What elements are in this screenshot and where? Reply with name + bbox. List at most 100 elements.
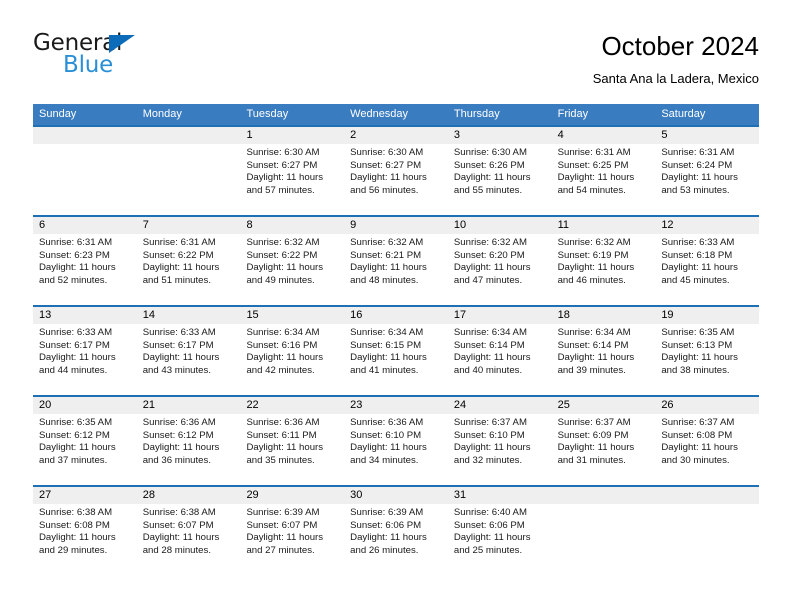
- day-detail-cell[interactable]: Sunrise: 6:40 AM Sunset: 6:06 PM Daylight:…: [448, 504, 552, 575]
- day-detail-cell[interactable]: Sunrise: 6:33 AM Sunset: 6:17 PM Daylight:…: [33, 324, 137, 395]
- day-number[interactable]: 10: [448, 217, 552, 234]
- day-detail-cell[interactable]: Sunrise: 6:31 AM Sunset: 6:23 PM Daylight:…: [33, 234, 137, 305]
- day-detail-cell[interactable]: Sunrise: 6:37 AM Sunset: 6:10 PM Daylight:…: [448, 414, 552, 485]
- day-detail-line: Sunrise: 6:39 AM: [350, 507, 424, 518]
- day-number[interactable]: 9: [344, 217, 448, 234]
- day-detail-cell[interactable]: Sunrise: 6:36 AM Sunset: 6:11 PM Daylight:…: [240, 414, 344, 485]
- day-detail-cell[interactable]: Sunrise: 6:31 AM Sunset: 6:24 PM Daylight:…: [655, 144, 759, 215]
- day-number[interactable]: 21: [137, 397, 241, 414]
- day-number[interactable]: 11: [552, 217, 656, 234]
- day-number[interactable]: 20: [33, 397, 137, 414]
- day-detail-cell[interactable]: Sunrise: 6:37 AM Sunset: 6:08 PM Daylight:…: [655, 414, 759, 485]
- day-detail-cell[interactable]: Sunrise: 6:35 AM Sunset: 6:13 PM Daylight:…: [655, 324, 759, 395]
- day-number[interactable]: 4: [552, 127, 656, 144]
- day-number[interactable]: 12: [655, 217, 759, 234]
- day-detail-cell[interactable]: Sunrise: 6:39 AM Sunset: 6:06 PM Daylight:…: [344, 504, 448, 575]
- day-number[interactable]: 25: [552, 397, 656, 414]
- day-number[interactable]: 23: [344, 397, 448, 414]
- day-detail-line: Daylight: 11 hours: [661, 172, 738, 184]
- day-detail-cell[interactable]: Sunrise: 6:30 AM Sunset: 6:26 PM Daylight:…: [448, 144, 552, 215]
- day-detail-cell[interactable]: Sunrise: 6:30 AM Sunset: 6:27 PM Daylight:…: [344, 144, 448, 215]
- day-detail-cell[interactable]: Sunrise: 6:32 AM Sunset: 6:20 PM Daylight:…: [448, 234, 552, 305]
- day-detail-line: Sunrise: 6:37 AM: [557, 417, 631, 428]
- day-detail-cell[interactable]: Sunrise: 6:34 AM Sunset: 6:14 PM Daylight:…: [552, 324, 656, 395]
- day-detail-line: Sunrise: 6:30 AM: [350, 147, 424, 158]
- weekday-header-saturday: Saturday: [661, 108, 706, 120]
- day-number[interactable]: 2: [344, 127, 448, 144]
- day-detail-line: Daylight: 11 hours: [350, 172, 427, 184]
- day-number[interactable]: 18: [552, 307, 656, 324]
- day-detail-line: Sunset: 6:19 PM: [557, 249, 629, 261]
- day-detail-line: Sunset: 6:14 PM: [453, 339, 525, 351]
- day-number[interactable]: 30: [344, 487, 448, 504]
- day-detail-line: and 39 minutes.: [557, 365, 626, 377]
- day-number[interactable]: 28: [137, 487, 241, 504]
- day-detail-cell[interactable]: Sunrise: 6:33 AM Sunset: 6:18 PM Daylight:…: [655, 234, 759, 305]
- day-detail-cell[interactable]: Sunrise: 6:32 AM Sunset: 6:21 PM Daylight:…: [344, 234, 448, 305]
- day-detail-line: Sunset: 6:14 PM: [557, 339, 629, 351]
- day-number[interactable]: 22: [240, 397, 344, 414]
- day-detail-band: Sunrise: 6:35 AM Sunset: 6:12 PM Daylight:…: [33, 414, 759, 485]
- day-detail-line: Sunrise: 6:37 AM: [661, 417, 735, 428]
- day-detail-cell[interactable]: Sunrise: 6:33 AM Sunset: 6:17 PM Daylight:…: [137, 324, 241, 395]
- day-detail-cell[interactable]: Sunrise: 6:37 AM Sunset: 6:09 PM Daylight:…: [552, 414, 656, 485]
- day-number[interactable]: 16: [344, 307, 448, 324]
- day-number[interactable]: 24: [448, 397, 552, 414]
- day-number[interactable]: 5: [655, 127, 759, 144]
- brand-logo[interactable]: General Blue: [33, 30, 293, 88]
- day-number[interactable]: 1: [240, 127, 344, 144]
- day-detail-line: Daylight: 11 hours: [246, 532, 324, 544]
- day-detail-line: Sunset: 6:27 PM: [350, 159, 422, 171]
- day-detail-line: and 40 minutes.: [453, 365, 523, 377]
- day-number[interactable]: 7: [137, 217, 241, 234]
- day-detail-cell[interactable]: Sunrise: 6:32 AM Sunset: 6:19 PM Daylight:…: [552, 234, 656, 305]
- day-number[interactable]: 27: [33, 487, 137, 504]
- day-detail-line: and 42 minutes.: [246, 365, 315, 377]
- day-detail-line: Sunrise: 6:32 AM: [246, 237, 320, 248]
- day-number[interactable]: 19: [655, 307, 759, 324]
- day-detail-cell[interactable]: Sunrise: 6:31 AM Sunset: 6:22 PM Daylight:…: [137, 234, 241, 305]
- calendar-page: General Blue October 2024 Santa Ana la L…: [0, 0, 792, 612]
- day-number[interactable]: 6: [33, 217, 137, 234]
- day-detail-band: Sunrise: 6:38 AM Sunset: 6:08 PM Daylight:…: [33, 504, 759, 575]
- day-detail-cell[interactable]: Sunrise: 6:36 AM Sunset: 6:12 PM Daylight:…: [137, 414, 241, 485]
- day-detail-cell[interactable]: Sunrise: 6:31 AM Sunset: 6:25 PM Daylight:…: [552, 144, 656, 215]
- day-number[interactable]: 17: [448, 307, 552, 324]
- day-detail-line: Sunset: 6:10 PM: [350, 429, 422, 441]
- day-number[interactable]: 14: [137, 307, 241, 324]
- day-number[interactable]: 29: [240, 487, 344, 504]
- day-detail-line: Daylight: 11 hours: [557, 172, 635, 184]
- day-detail-line: and 56 minutes.: [350, 185, 419, 197]
- day-detail-cell[interactable]: Sunrise: 6:38 AM Sunset: 6:07 PM Daylight:…: [137, 504, 241, 575]
- day-detail-line: Sunrise: 6:36 AM: [350, 417, 424, 428]
- calendar-week-row: 1 2 3 4 5 Sunrise: 6:30 AM Sunset: 6:27 PM Dayl…: [33, 125, 759, 215]
- day-number[interactable]: 31: [448, 487, 552, 504]
- day-number[interactable]: 26: [655, 397, 759, 414]
- day-number[interactable]: 15: [240, 307, 344, 324]
- day-detail-line: Sunrise: 6:31 AM: [39, 237, 113, 248]
- day-detail-line: Daylight: 11 hours: [350, 352, 427, 364]
- day-detail-cell[interactable]: Sunrise: 6:38 AM Sunset: 6:08 PM Daylight:…: [33, 504, 137, 575]
- day-detail-cell[interactable]: Sunrise: 6:32 AM Sunset: 6:22 PM Daylight:…: [240, 234, 344, 305]
- day-detail-line: Sunset: 6:07 PM: [246, 519, 318, 531]
- day-detail-line: Sunrise: 6:33 AM: [142, 327, 216, 338]
- day-detail-cell[interactable]: Sunrise: 6:34 AM Sunset: 6:14 PM Daylight:…: [448, 324, 552, 395]
- day-detail-line: and 43 minutes.: [142, 365, 211, 377]
- day-number-band: 12345: [33, 127, 759, 144]
- day-detail-line: Sunrise: 6:34 AM: [350, 327, 424, 338]
- day-number-band: 6 7 8 9 10 11 12: [33, 217, 759, 234]
- day-detail-line: Daylight: 11 hours: [39, 442, 116, 454]
- day-detail-cell[interactable]: Sunrise: 6:34 AM Sunset: 6:15 PM Daylight:…: [344, 324, 448, 395]
- weekday-header-row: Sunday Monday Tuesday Wednesday Thursday Frid…: [33, 104, 759, 125]
- day-detail-cell[interactable]: Sunrise: 6:39 AM Sunset: 6:07 PM Daylight:…: [240, 504, 344, 575]
- day-number[interactable]: 8: [240, 217, 344, 234]
- day-detail-cell[interactable]: Sunrise: 6:35 AM Sunset: 6:12 PM Daylight:…: [33, 414, 137, 485]
- day-detail-cell[interactable]: Sunrise: 6:34 AM Sunset: 6:16 PM Daylight:…: [240, 324, 344, 395]
- day-detail-cell[interactable]: Sunrise: 6:36 AM Sunset: 6:10 PM Daylight:…: [344, 414, 448, 485]
- day-number[interactable]: 3: [448, 127, 552, 144]
- day-detail-line: Sunrise: 6:32 AM: [350, 237, 424, 248]
- day-detail-line: Sunrise: 6:33 AM: [661, 237, 735, 248]
- day-detail-line: Sunrise: 6:31 AM: [142, 237, 216, 248]
- day-number[interactable]: 13: [33, 307, 137, 324]
- day-detail-cell[interactable]: Sunrise: 6:30 AM Sunset: 6:27 PM Daylight:…: [240, 144, 344, 215]
